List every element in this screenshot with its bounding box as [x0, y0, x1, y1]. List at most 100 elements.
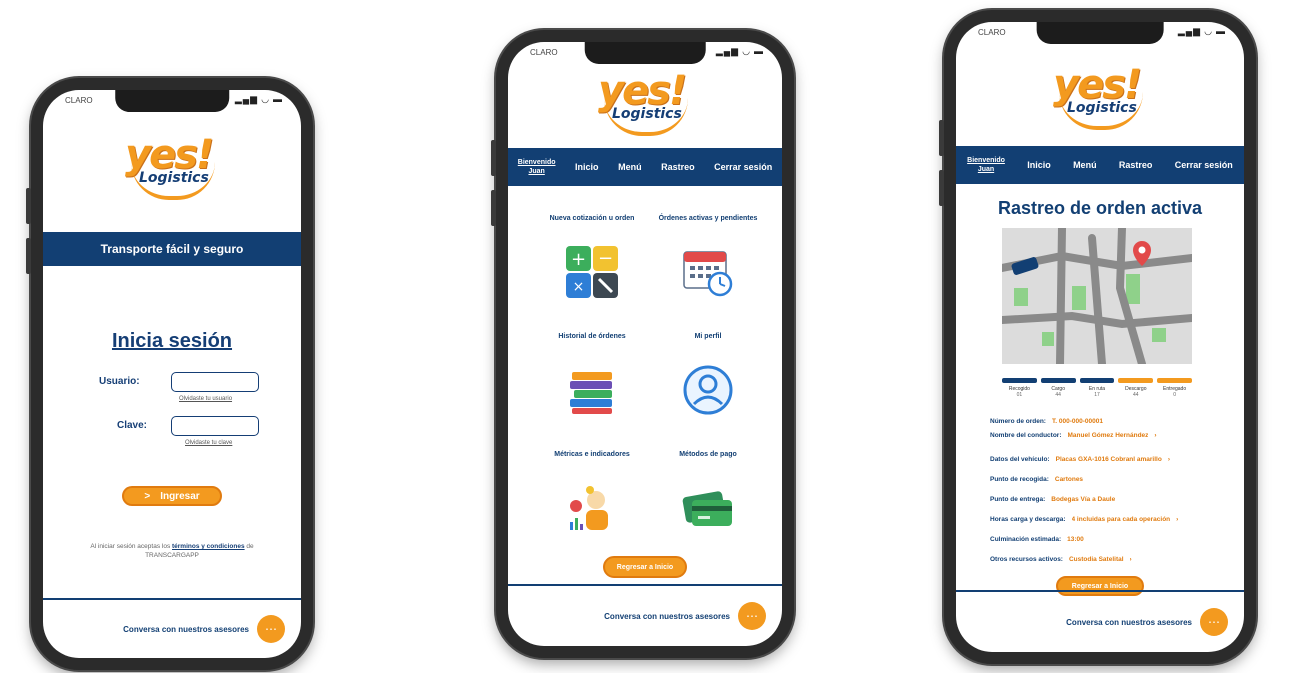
- password-input[interactable]: [171, 416, 259, 436]
- detail-value: T. 000-000-00001: [1051, 418, 1103, 425]
- detail-key: Punto de recogida:: [990, 476, 1049, 483]
- detail-key: Número de orden:: [990, 418, 1046, 425]
- calculator-icon: + − ×: [566, 246, 618, 298]
- forgot-password-link[interactable]: Olvidaste tu clave: [185, 440, 232, 446]
- menu-item-order-history[interactable]: Historial de órdenes: [542, 332, 642, 416]
- menu-item-label: Métricas e indicadores: [554, 451, 630, 458]
- step-value: 0: [1173, 392, 1176, 398]
- top-nav: Bienvenido Juan Inicio Menú Rastreo Cerr…: [956, 146, 1244, 184]
- detail-value: Placas GXA-1016 Cobranl amarillo: [1055, 456, 1162, 463]
- progress-step: Cargo 44: [1040, 378, 1076, 398]
- detail-value: Bodegas Vía a Daule: [1051, 496, 1116, 503]
- step-value: 44: [1133, 392, 1139, 398]
- terms-link[interactable]: términos y condiciones: [172, 543, 245, 550]
- chevron-right-icon: ›: [1154, 432, 1157, 439]
- menu-item-active-orders[interactable]: Órdenes activas y pendientes: [658, 214, 758, 298]
- progress-bar: [1040, 378, 1076, 383]
- nav-inicio[interactable]: Inicio: [1027, 160, 1051, 170]
- metrics-icon: [566, 482, 618, 534]
- notch: [115, 90, 229, 112]
- progress-bar: [1002, 378, 1037, 383]
- detail-value: Manuel Gómez Hernández: [1067, 432, 1149, 439]
- detail-row-hours[interactable]: Horas carga y descarga: 4 incluidas para…: [990, 516, 1224, 523]
- calendar-clock-icon: [682, 246, 734, 298]
- progress-step: Descargo 44: [1118, 378, 1154, 398]
- nav-cerrar-sesion[interactable]: Cerrar sesión: [1175, 160, 1233, 170]
- menu-item-metrics[interactable]: Métricas e indicadores: [542, 450, 642, 534]
- progress-step: Entregado 0: [1157, 378, 1192, 398]
- tracking-map[interactable]: [1002, 228, 1192, 364]
- step-value: 17: [1094, 392, 1100, 398]
- username-input[interactable]: [171, 372, 259, 392]
- welcome-label: Bienvenido: [517, 159, 556, 166]
- welcome-name: Juan: [977, 166, 995, 173]
- nav-rastreo[interactable]: Rastreo: [1119, 160, 1153, 170]
- menu-screen: CLARO ▂▄▆ ◡ ▬ yes! Logistics Bienvenido …: [508, 42, 782, 646]
- detail-row-vehicle[interactable]: Datos del vehículo: Placas GXA-1016 Cobr…: [990, 456, 1224, 463]
- carrier-label: CLARO: [978, 28, 1006, 37]
- menu-item-label: Historial de órdenes: [558, 333, 626, 340]
- detail-value: Cartones: [1054, 476, 1084, 483]
- page-title: Inicia sesión: [111, 330, 233, 352]
- detail-row-order-number: Número de orden: T. 000-000-00001: [990, 418, 1224, 425]
- detail-row-driver[interactable]: Nombre del conductor: Manuel Gómez Herná…: [990, 432, 1224, 439]
- welcome-name: Juan: [528, 168, 545, 175]
- books-icon: [566, 364, 618, 416]
- forgot-username-link[interactable]: Olvidaste tu usuario: [179, 396, 232, 402]
- logo-logistics: Logistics: [612, 106, 682, 122]
- menu-item-new-quote[interactable]: Nueva cotización u orden + − ×: [542, 214, 642, 298]
- chat-bubble-icon[interactable]: ⋯: [257, 615, 285, 643]
- phone-menu: CLARO ▂▄▆ ◡ ▬ yes! Logistics Bienvenido …: [491, 30, 794, 658]
- menu-item-label: Métodos de pago: [679, 451, 737, 458]
- menu-item-label: Nueva cotización u orden: [549, 215, 635, 222]
- carrier-label: CLARO: [65, 96, 93, 105]
- svg-text:−: −: [598, 248, 613, 269]
- detail-row-delivery: Punto de entrega: Bodegas Vía a Daule: [990, 496, 1224, 503]
- detail-row-pickup: Punto de recogida: Cartones: [990, 476, 1224, 483]
- welcome-label: Bienvenido: [967, 157, 1005, 164]
- chevron-right-icon: ›: [1176, 516, 1179, 523]
- progress-step: Recogido 01: [1002, 378, 1037, 398]
- chat-label: Conversa con nuestros asesores: [123, 624, 249, 634]
- login-button[interactable]: > Ingresar: [122, 486, 222, 506]
- svg-text:+: +: [571, 249, 586, 270]
- chevron-right-icon: ›: [1129, 556, 1132, 563]
- detail-key: Horas carga y descarga:: [990, 516, 1066, 523]
- chat-label: Conversa con nuestros asesores: [1066, 617, 1192, 627]
- nav-menu[interactable]: Menú: [1073, 160, 1097, 170]
- chat-label: Conversa con nuestros asesores: [604, 611, 730, 621]
- nav-cerrar-sesion[interactable]: Cerrar sesión: [714, 162, 772, 172]
- phone-login: CLARO ▂▄▆ ◡ ▬ yes! Logistics Transporte …: [26, 78, 313, 670]
- progress-bar: [1079, 378, 1115, 383]
- arrow-right-icon: >: [144, 490, 151, 502]
- chat-bubble-icon[interactable]: ⋯: [738, 602, 766, 630]
- nav-inicio[interactable]: Inicio: [575, 162, 599, 172]
- detail-value: 13:00: [1067, 536, 1084, 543]
- chat-bar: Conversa con nuestros asesores ⋯: [43, 598, 301, 658]
- brand-logo: yes! Logistics: [590, 68, 700, 140]
- logo-logistics: Logistics: [1067, 100, 1137, 116]
- terms-notice: Al iniciar sesión aceptas los términos y…: [73, 542, 271, 560]
- detail-row-resources[interactable]: Otros recursos activos: Custodia Satelit…: [990, 556, 1224, 563]
- tracking-progress: Recogido 01 Cargo 44 En ruta 17 Descargo…: [1002, 378, 1192, 398]
- credit-cards-icon: [682, 482, 734, 534]
- menu-item-payment-methods[interactable]: Métodos de pago: [658, 450, 758, 534]
- logo-logistics: Logistics: [139, 170, 209, 186]
- signal-wifi-battery-icon: ▂▄▆ ◡ ▬: [234, 94, 283, 104]
- brand-logo: yes! Logistics: [117, 132, 227, 204]
- detail-key: Culminación estimada:: [990, 536, 1062, 543]
- progress-bar: [1118, 378, 1154, 383]
- notch: [1036, 22, 1164, 44]
- chat-bubble-icon[interactable]: ⋯: [1200, 608, 1228, 636]
- tracking-screen: CLARO ▂▄▆ ◡ ▬ yes! Logistics Bienvenido …: [956, 22, 1244, 652]
- terms-prefix: Al iniciar sesión aceptas los: [90, 543, 172, 550]
- back-to-home-button[interactable]: Regresar a Inicio: [603, 556, 687, 578]
- nav-rastreo[interactable]: Rastreo: [661, 162, 695, 172]
- chat-bar: Conversa con nuestros asesores ⋯: [508, 584, 782, 646]
- user-profile-icon: [682, 364, 734, 416]
- nav-menu[interactable]: Menú: [618, 162, 642, 172]
- page-title: Rastreo de orden activa: [997, 198, 1203, 218]
- menu-item-profile[interactable]: Mi perfil: [658, 332, 758, 416]
- menu-item-label: Mi perfil: [694, 333, 722, 340]
- progress-bar: [1157, 378, 1192, 383]
